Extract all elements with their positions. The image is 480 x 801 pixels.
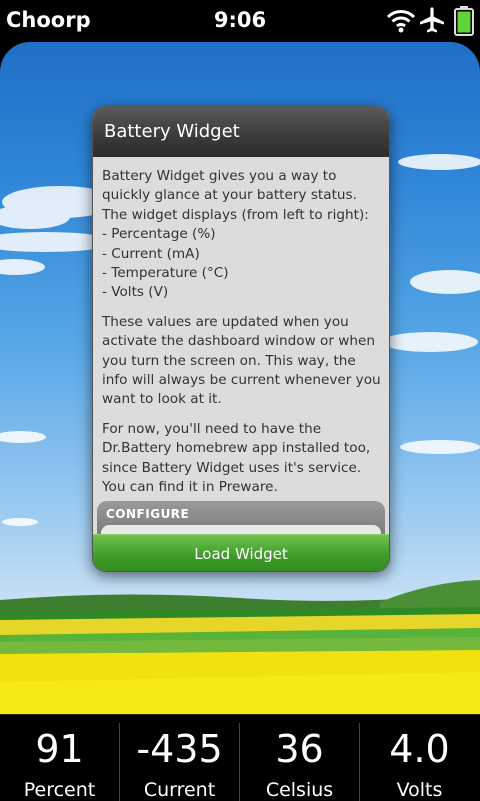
configure-label: CONFIGURE	[106, 507, 190, 521]
percent-value: 91	[35, 727, 84, 771]
battery-widget-dialog: Battery Widget Battery Widget gives you …	[92, 106, 390, 572]
percent-label: Percent	[23, 779, 96, 801]
dashboard-item-celsius: 36 Celsius	[240, 715, 359, 801]
list-item: - Temperature (°C)	[102, 265, 229, 282]
current-label: Current	[143, 779, 216, 801]
dialog-header: Battery Widget	[93, 107, 389, 157]
status-bar: Choorp 9:06	[0, 0, 480, 42]
wifi-icon	[386, 8, 416, 34]
requirement-text: For now, you'll need to have the Dr.Batt…	[102, 420, 371, 496]
intro-text: Battery Widget gives you a way to quickl…	[102, 168, 369, 223]
dashboard-item-volts: 4.0 Volts	[360, 715, 479, 801]
celsius-value: 36	[275, 727, 324, 771]
battery-icon	[454, 6, 474, 36]
volts-value: 4.0	[389, 727, 450, 771]
list-item: - Current (mA)	[102, 245, 200, 262]
dashboard-item-current: -435 Current	[120, 715, 239, 801]
airplane-icon	[418, 6, 446, 34]
list-item: - Percentage (%)	[102, 226, 216, 243]
battery-dashboard[interactable]: 91 Percent -435 Current 36 Celsius 4.0 V…	[0, 714, 480, 801]
load-widget-button[interactable]: Load Widget	[93, 534, 389, 571]
celsius-label: Celsius	[265, 779, 334, 801]
dialog-body[interactable]: Battery Widget gives you a way to quickl…	[102, 167, 384, 508]
volts-label: Volts	[396, 779, 443, 801]
feature-list: - Percentage (%) - Current (mA) - Temper…	[102, 225, 384, 303]
dashboard-item-percent: 91 Percent	[0, 715, 119, 801]
dialog-title: Battery Widget	[104, 121, 240, 142]
list-item: - Volts (V)	[102, 284, 169, 301]
update-info-text: These values are updated when you activa…	[102, 313, 381, 408]
current-value: -435	[136, 727, 223, 771]
